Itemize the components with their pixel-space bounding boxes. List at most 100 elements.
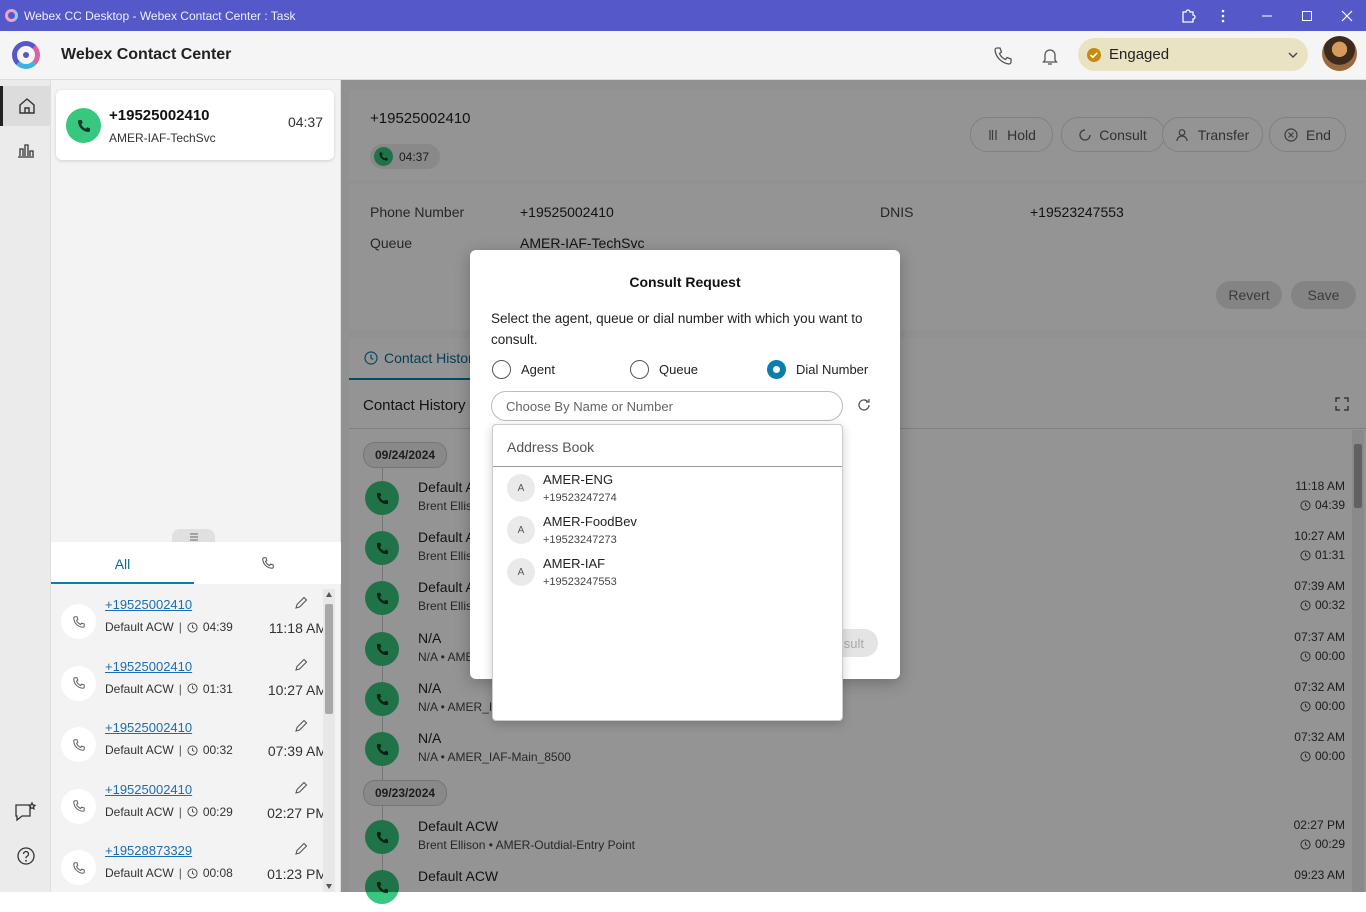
history-scrollbar[interactable]	[323, 589, 335, 892]
close-window-button[interactable]	[1327, 0, 1366, 31]
call-phone-icon	[66, 108, 101, 143]
history-item[interactable]: +19528873329 Default ACW | 00:08 01:23 PM	[51, 835, 323, 892]
row-duration: 00:00	[1300, 649, 1345, 663]
address-book-header: Address Book	[507, 439, 595, 455]
history-summary: Default ACW | 04:39	[105, 620, 233, 634]
edit-pencil-icon[interactable]	[294, 781, 308, 795]
history-duration: 01:31	[202, 681, 233, 696]
row-duration-value: 00:00	[1314, 699, 1345, 713]
call-phone-icon	[365, 531, 399, 565]
more-options-icon[interactable]	[1203, 0, 1243, 31]
history-number-link[interactable]: +19528873329	[105, 843, 192, 858]
tab-contact-history[interactable]: Contact History	[349, 338, 489, 380]
radio-queue[interactable]: Queue	[630, 360, 698, 379]
save-button[interactable]: Save	[1291, 281, 1356, 309]
address-book-entry[interactable]: A AMER-ENG +19523247274	[493, 467, 842, 509]
contact-history-tab-label: Contact History	[384, 350, 480, 366]
date-chip-1: 09/24/2024	[363, 442, 448, 468]
task-timer: 04:37	[287, 114, 323, 130]
transfer-button[interactable]: Transfer	[1162, 117, 1263, 152]
call-phone-icon	[365, 820, 399, 854]
interaction-timer: 04:37	[399, 150, 430, 164]
user-avatar[interactable]	[1322, 36, 1357, 71]
phone-icon	[261, 557, 274, 569]
app-header: Webex Contact Center Engaged	[0, 31, 1366, 80]
tab-calls[interactable]	[194, 542, 341, 584]
history-duration: 00:08	[202, 866, 233, 880]
history-item[interactable]: +19525002410 Default ACW | 00:29 02:27 PM	[51, 774, 323, 835]
contact-history-row[interactable]: Default ACW Brent Ellison • AMER-Outdial-…	[349, 812, 1359, 862]
dial-search-input[interactable]: Choose By Name or Number	[491, 391, 843, 421]
hold-button[interactable]: Hold	[970, 117, 1053, 152]
phone-icon	[61, 788, 96, 824]
row-title: N/A	[418, 680, 442, 696]
nav-home[interactable]	[0, 86, 50, 126]
row-title: N/A	[418, 630, 442, 646]
task-list-panel: +19525002410 AMER-IAF-TechSvc 04:37	[51, 80, 341, 543]
feedback-chat-icon[interactable]	[13, 800, 39, 826]
webex-logo-icon	[12, 41, 40, 69]
history-number-link[interactable]: +19525002410	[105, 659, 192, 674]
radio-dial-number[interactable]: Dial Number	[767, 360, 868, 379]
active-task-card[interactable]: +19525002410 AMER-IAF-TechSvc 04:37	[56, 90, 334, 160]
history-number-link[interactable]: +19525002410	[105, 720, 192, 735]
recent-history-panel: All +19525002410 Default ACW | 04:39 11:18 A…	[51, 542, 341, 892]
entry-avatar: A	[507, 474, 535, 502]
history-number-link[interactable]: +19525002410	[105, 597, 192, 612]
address-book-entry[interactable]: A AMER-FoodBev +19523247273	[493, 509, 842, 551]
contact-history-row[interactable]: Default ACW 09:23 AM	[349, 862, 1359, 912]
refresh-icon[interactable]	[856, 397, 872, 413]
history-time: 11:18 AM	[268, 620, 323, 636]
notifications-bell-icon[interactable]	[1039, 45, 1061, 67]
contact-history-row[interactable]: N/A N/A • AMER_IAF-Main_8500 07:32 AM 00:00	[349, 724, 1359, 774]
entry-name: AMER-IAF	[543, 556, 606, 571]
end-call-button[interactable]: End	[1269, 117, 1346, 152]
chevron-down-icon	[1288, 50, 1298, 60]
contact-history-scrollbar[interactable]	[1352, 430, 1364, 892]
edit-pencil-icon[interactable]	[294, 719, 308, 733]
panel-resize-handle[interactable]	[172, 529, 215, 543]
expand-icon[interactable]	[1335, 397, 1349, 411]
edit-pencil-icon[interactable]	[294, 842, 308, 856]
row-duration: 00:32	[1300, 598, 1345, 612]
interaction-timer-badge: 04:37	[370, 144, 440, 169]
webex-app-icon	[5, 9, 18, 22]
row-time: 07:32 AM	[1294, 680, 1345, 694]
history-item[interactable]: +19525002410 Default ACW | 00:32 07:39 AM	[51, 712, 323, 773]
help-icon[interactable]	[16, 846, 36, 866]
call-phone-icon	[365, 632, 399, 666]
clock-icon	[1300, 599, 1311, 611]
analytics-chart-icon[interactable]	[16, 140, 36, 160]
edit-pencil-icon[interactable]	[294, 596, 308, 610]
task-queue: AMER-IAF-TechSvc	[109, 131, 216, 145]
row-duration-value: 00:00	[1314, 649, 1345, 663]
entry-number: +19523247274	[543, 492, 617, 504]
edit-pencil-icon[interactable]	[294, 658, 308, 672]
history-item[interactable]: +19525002410 Default ACW | 01:31 10:27 AM	[51, 651, 323, 712]
consult-label: Consult	[1099, 126, 1147, 143]
extensions-icon[interactable]	[1168, 0, 1208, 31]
history-item[interactable]: +19525002410 Default ACW | 04:39 11:18 AM	[51, 589, 323, 650]
row-time: 11:18 AM	[1295, 479, 1345, 493]
row-duration-value: 00:32	[1314, 598, 1345, 612]
tab-all[interactable]: All	[51, 542, 194, 584]
pause-icon	[989, 129, 997, 140]
queue-value: AMER-IAF-TechSvc	[520, 235, 645, 251]
revert-button[interactable]: Revert	[1216, 281, 1282, 309]
row-duration: 00:29	[1300, 837, 1345, 851]
left-nav	[0, 80, 51, 892]
history-summary: Default ACW | 00:29	[105, 804, 233, 819]
consult-button[interactable]: Consult	[1061, 117, 1165, 152]
agent-state-dropdown[interactable]: Engaged	[1078, 38, 1308, 71]
call-phone-icon	[365, 481, 399, 515]
consult-spinner-icon	[1079, 128, 1091, 141]
row-subtitle: Brent Ellison • AMER-Outdial-Entry Point	[418, 838, 635, 852]
history-summary: Default ACW | 00:32	[105, 743, 233, 757]
address-book-entry[interactable]: A AMER-IAF +19523247553	[493, 551, 842, 593]
history-number-link[interactable]: +19525002410	[105, 782, 192, 797]
minimize-button[interactable]	[1247, 0, 1287, 31]
dialpad-phone-icon[interactable]	[992, 45, 1014, 67]
radio-agent[interactable]: Agent	[492, 360, 555, 379]
maximize-button[interactable]	[1287, 0, 1327, 31]
phone-icon	[61, 665, 96, 701]
